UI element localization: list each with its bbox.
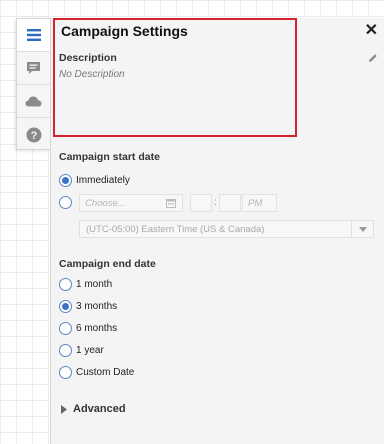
time-separator: : xyxy=(214,197,217,208)
caret-right-icon xyxy=(61,404,67,414)
radio-3-months[interactable] xyxy=(59,300,72,313)
radio-custom-date[interactable] xyxy=(59,366,72,379)
start-option-label: Immediately xyxy=(76,175,130,186)
radio-immediately[interactable] xyxy=(59,174,72,187)
end-option-label: 1 year xyxy=(76,345,104,356)
ampm-placeholder: PM xyxy=(248,197,263,209)
rail-button-cloud[interactable] xyxy=(17,85,50,118)
radio-scheduled[interactable] xyxy=(59,196,72,209)
start-date-input[interactable]: Choose... xyxy=(79,194,183,212)
start-minute-input[interactable] xyxy=(219,194,241,212)
end-option-6-months[interactable]: 6 months xyxy=(59,322,117,335)
start-date-label: Campaign start date xyxy=(59,151,160,163)
end-option-label: Custom Date xyxy=(76,367,135,378)
panel-title: Campaign Settings xyxy=(61,23,188,39)
side-rail: ? xyxy=(16,18,50,150)
advanced-toggle[interactable]: Advanced xyxy=(61,403,126,415)
rail-button-settings[interactable] xyxy=(17,19,50,52)
start-ampm-input[interactable]: PM xyxy=(242,194,277,212)
start-option-immediately[interactable]: Immediately xyxy=(59,174,130,187)
start-option-scheduled[interactable] xyxy=(59,196,76,209)
end-option-label: 3 months xyxy=(76,301,118,312)
end-option-3-months[interactable]: 3 months xyxy=(59,300,117,313)
end-option-label: 6 months xyxy=(76,323,118,334)
chevron-down-icon[interactable] xyxy=(351,221,373,237)
pencil-icon[interactable] xyxy=(368,50,378,68)
end-date-label: Campaign end date xyxy=(59,258,156,270)
radio-6-months[interactable] xyxy=(59,322,72,335)
campaign-settings-panel: Campaign Settings ✕ Description No Descr… xyxy=(50,18,384,444)
cloud-icon xyxy=(25,96,42,106)
date-placeholder: Choose... xyxy=(85,197,126,209)
calendar-icon[interactable] xyxy=(166,198,176,211)
description-label: Description xyxy=(59,52,117,64)
end-option-1-month[interactable]: 1 month xyxy=(59,278,112,291)
end-option-1-year[interactable]: 1 year xyxy=(59,344,104,357)
start-hour-input[interactable] xyxy=(190,194,212,212)
timezone-select[interactable]: (UTC-05:00) Eastern Time (US & Canada) xyxy=(79,220,374,238)
end-option-label: 1 month xyxy=(76,279,113,290)
list-icon xyxy=(26,29,41,41)
timezone-value: (UTC-05:00) Eastern Time (US & Canada) xyxy=(86,223,265,235)
close-icon[interactable]: ✕ xyxy=(365,20,378,40)
rail-button-help[interactable]: ? xyxy=(17,118,50,151)
advanced-label: Advanced xyxy=(73,403,126,415)
end-option-custom-date[interactable]: Custom Date xyxy=(59,366,134,379)
svg-text:?: ? xyxy=(30,130,37,142)
description-value[interactable]: No Description xyxy=(59,69,125,80)
radio-1-month[interactable] xyxy=(59,278,72,291)
radio-1-year[interactable] xyxy=(59,344,72,357)
comment-icon xyxy=(27,62,40,74)
help-icon: ? xyxy=(26,127,41,142)
rail-button-comments[interactable] xyxy=(17,52,50,85)
